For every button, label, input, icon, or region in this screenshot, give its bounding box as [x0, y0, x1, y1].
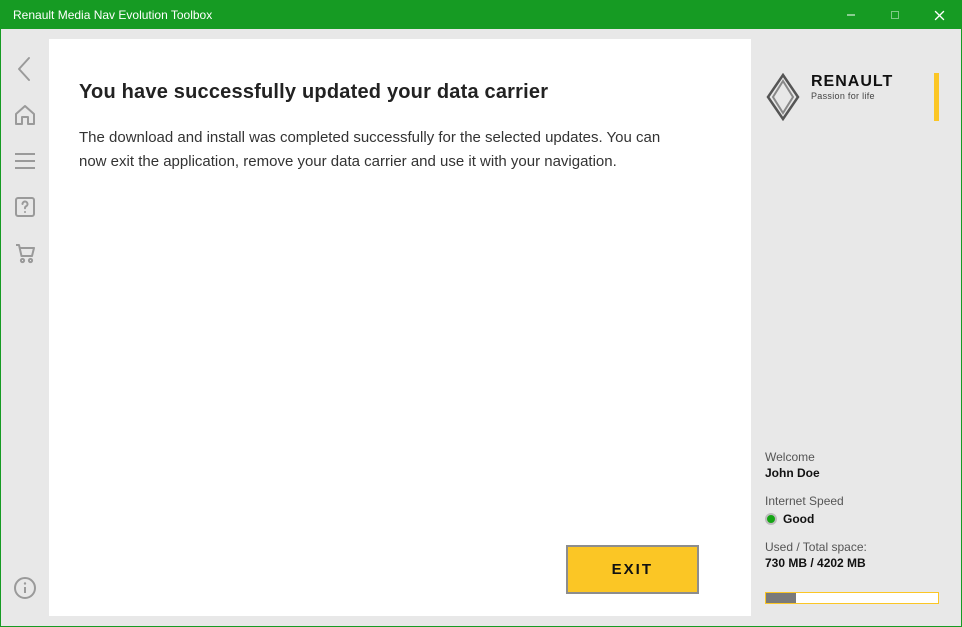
speed-label: Internet Speed	[765, 494, 939, 508]
app-window: Renault Media Nav Evolution Toolbox	[0, 0, 962, 627]
body: You have successfully updated your data …	[1, 29, 961, 626]
space-value: 730 MB / 4202 MB	[765, 556, 939, 570]
main-content: You have successfully updated your data …	[49, 39, 751, 616]
back-icon[interactable]	[13, 57, 37, 81]
brand-text: RENAULT Passion for life	[811, 73, 893, 101]
brand-accent-bar	[934, 73, 939, 121]
storage-bar-fill	[766, 593, 796, 603]
renault-logo-icon	[765, 73, 801, 121]
home-icon[interactable]	[13, 103, 37, 127]
storage-bar	[765, 592, 939, 604]
titlebar: Renault Media Nav Evolution Toolbox	[1, 1, 961, 29]
page-heading: You have successfully updated your data …	[79, 81, 699, 104]
maximize-button	[873, 1, 917, 29]
speed-value: Good	[783, 512, 814, 526]
cart-icon[interactable]	[13, 241, 37, 265]
exit-button[interactable]: EXIT	[566, 545, 699, 594]
brand-name: RENAULT	[811, 73, 893, 91]
action-bar: EXIT	[79, 545, 699, 594]
brand-block: RENAULT Passion for life	[765, 73, 939, 121]
speed-row: Good	[765, 512, 939, 526]
help-icon[interactable]	[13, 195, 37, 219]
status-block: Welcome John Doe Internet Speed Good Use…	[765, 436, 939, 604]
close-button[interactable]	[917, 1, 961, 29]
info-icon[interactable]	[13, 576, 37, 600]
left-nav	[1, 29, 49, 626]
page-body: The download and install was completed s…	[79, 126, 679, 174]
right-panel: RENAULT Passion for life Welcome John Do…	[751, 29, 961, 626]
space-label: Used / Total space:	[765, 540, 939, 554]
username: John Doe	[765, 466, 939, 480]
minimize-button[interactable]	[829, 1, 873, 29]
window-controls	[829, 1, 961, 29]
window-title: Renault Media Nav Evolution Toolbox	[13, 8, 829, 22]
welcome-label: Welcome	[765, 450, 939, 464]
brand-tagline: Passion for life	[811, 91, 893, 101]
speed-indicator-icon	[765, 513, 777, 525]
menu-icon[interactable]	[13, 149, 37, 173]
